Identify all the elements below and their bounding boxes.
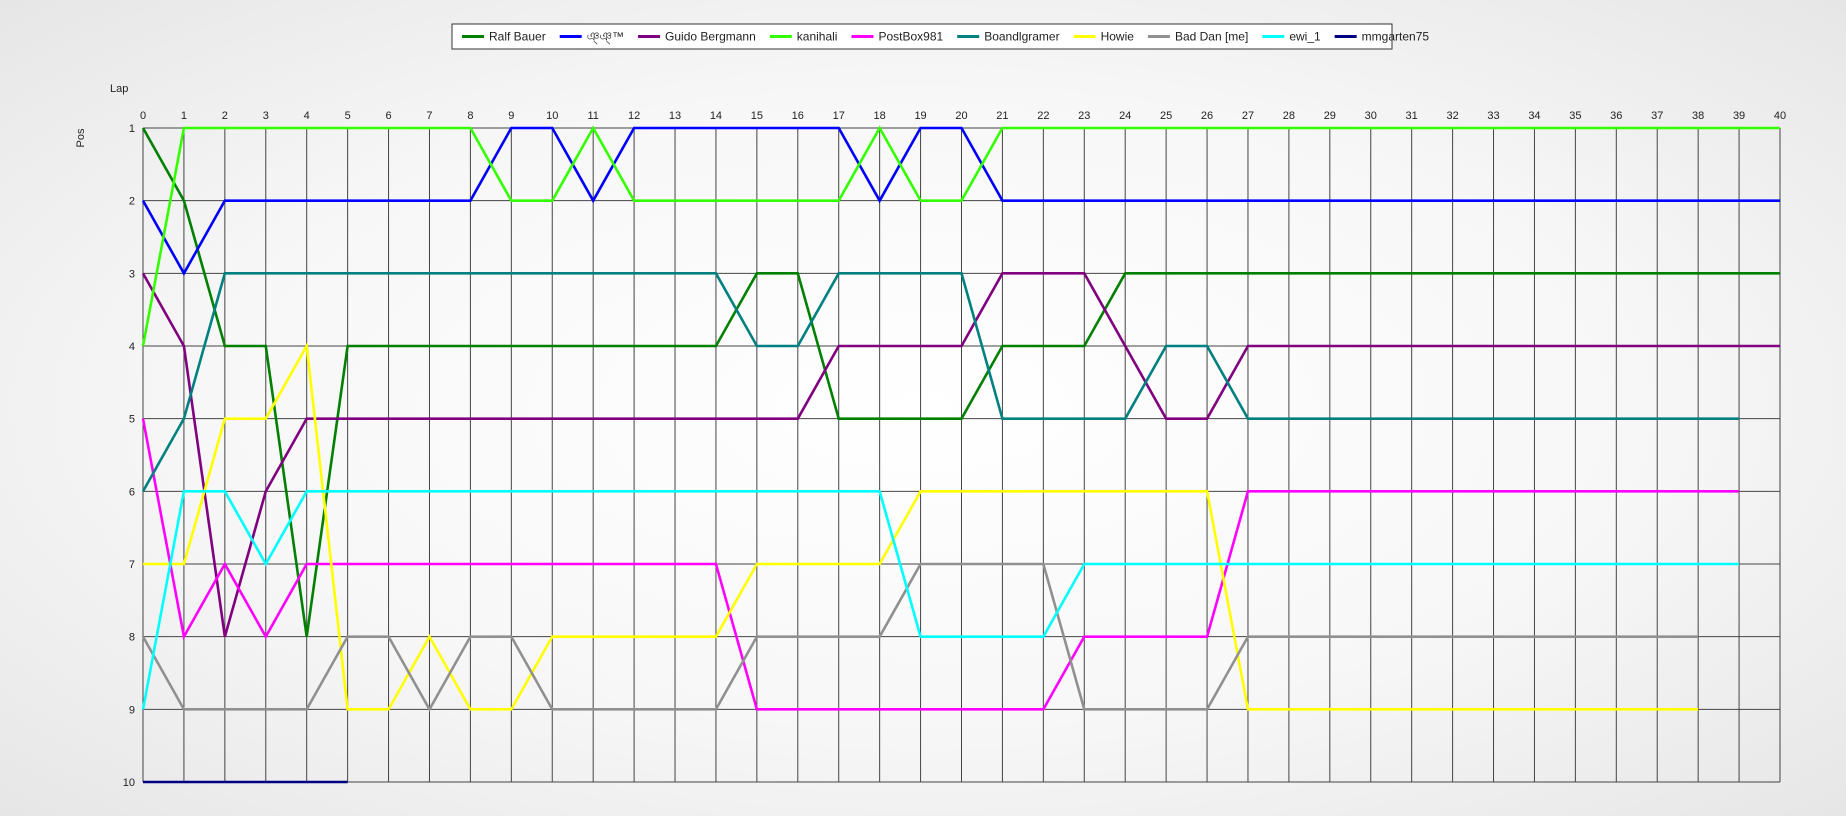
y-tick-labels: 1 2 3 4 5 6 7 8 9 10: [123, 123, 135, 789]
x-tick-label: 18: [874, 110, 886, 122]
legend-label: PostBox981: [878, 30, 943, 44]
legend-label: kanihali: [797, 30, 838, 44]
x-tick-label: 27: [1242, 110, 1254, 122]
x-tick-label: 33: [1487, 110, 1499, 122]
x-tick-label: 22: [1037, 110, 1049, 122]
x-tick-label: 7: [426, 110, 432, 122]
x-tick-label: 34: [1528, 110, 1540, 122]
legend-label: mmgarten75: [1362, 30, 1430, 44]
grid: [142, 127, 1781, 783]
x-tick-label: 38: [1692, 110, 1704, 122]
x-tick-label: 23: [1078, 110, 1090, 122]
x-tick-label: 28: [1283, 110, 1295, 122]
x-tick-label: 10: [546, 110, 558, 122]
lap-position-chart: Ralf Bauer ঞ্ঞ্™ Guido Bergmann kanihali Pos…: [75, 23, 1786, 789]
x-tick-label: 24: [1119, 110, 1131, 122]
y-tick-label: 6: [129, 486, 135, 498]
x-tick-label: 15: [751, 110, 763, 122]
x-tick-label: 25: [1160, 110, 1172, 122]
x-tick-label: 16: [792, 110, 804, 122]
legend-label: Guido Bergmann: [665, 30, 756, 44]
x-tick-label: 21: [996, 110, 1008, 122]
y-tick-label: 1: [129, 123, 135, 135]
x-tick-label: 3: [263, 110, 269, 122]
x-tick-label: 37: [1651, 110, 1663, 122]
x-tick-label: 26: [1201, 110, 1213, 122]
x-tick-label: 8: [467, 110, 473, 122]
legend-label: ewi_1: [1289, 30, 1321, 44]
x-tick-label: 40: [1774, 110, 1786, 122]
y-tick-label: 2: [129, 196, 135, 208]
x-tick-labels: 0 1 2 3 4 5 6 7 8 9 10 11 12 13 14 15 16 17 18 19 20 21 22 23 24…: [140, 110, 1786, 122]
x-tick-label: 14: [710, 110, 722, 122]
legend-label: ঞ্ঞ্™: [587, 30, 624, 45]
legend-label: Boandlgramer: [984, 30, 1059, 44]
legend-label: Howie: [1101, 30, 1135, 44]
x-tick-label: 36: [1610, 110, 1622, 122]
x-tick-label: 1: [181, 110, 187, 122]
x-tick-label: 29: [1324, 110, 1336, 122]
series-line: [141, 272, 1740, 492]
x-tick-label: 4: [304, 110, 310, 122]
legend-label: Ralf Bauer: [489, 30, 546, 44]
y-tick-label: 8: [129, 632, 135, 644]
legend-label: Bad Dan [me]: [1175, 30, 1248, 44]
y-tick-label: 3: [129, 268, 135, 280]
x-tick-label: 9: [508, 110, 514, 122]
x-tick-label: 2: [222, 110, 228, 122]
legend: Ralf Bauer ঞ্ঞ্™ Guido Bergmann kanihali Pos…: [451, 23, 1430, 50]
y-axis-title: Pos: [75, 128, 87, 147]
x-tick-label: 19: [914, 110, 926, 122]
x-tick-label: 13: [669, 110, 681, 122]
y-tick-label: 10: [123, 777, 135, 789]
y-tick-label: 4: [129, 341, 135, 353]
x-tick-label: 5: [345, 110, 351, 122]
x-tick-label: 31: [1406, 110, 1418, 122]
y-tick-label: 5: [129, 414, 135, 426]
x-tick-label: 11: [587, 110, 598, 122]
x-tick-label: 0: [140, 110, 146, 122]
y-tick-label: 7: [129, 559, 135, 571]
x-tick-label: 12: [628, 110, 640, 122]
x-tick-label: 30: [1365, 110, 1377, 122]
x-axis-title: Lap: [110, 83, 128, 95]
x-tick-label: 32: [1446, 110, 1458, 122]
x-tick-label: 35: [1569, 110, 1581, 122]
x-tick-label: 17: [833, 110, 845, 122]
y-tick-label: 9: [129, 704, 135, 716]
x-tick-label: 6: [385, 110, 391, 122]
x-tick-label: 20: [955, 110, 967, 122]
series-line: [141, 490, 1740, 710]
x-tick-label: 39: [1733, 110, 1745, 122]
